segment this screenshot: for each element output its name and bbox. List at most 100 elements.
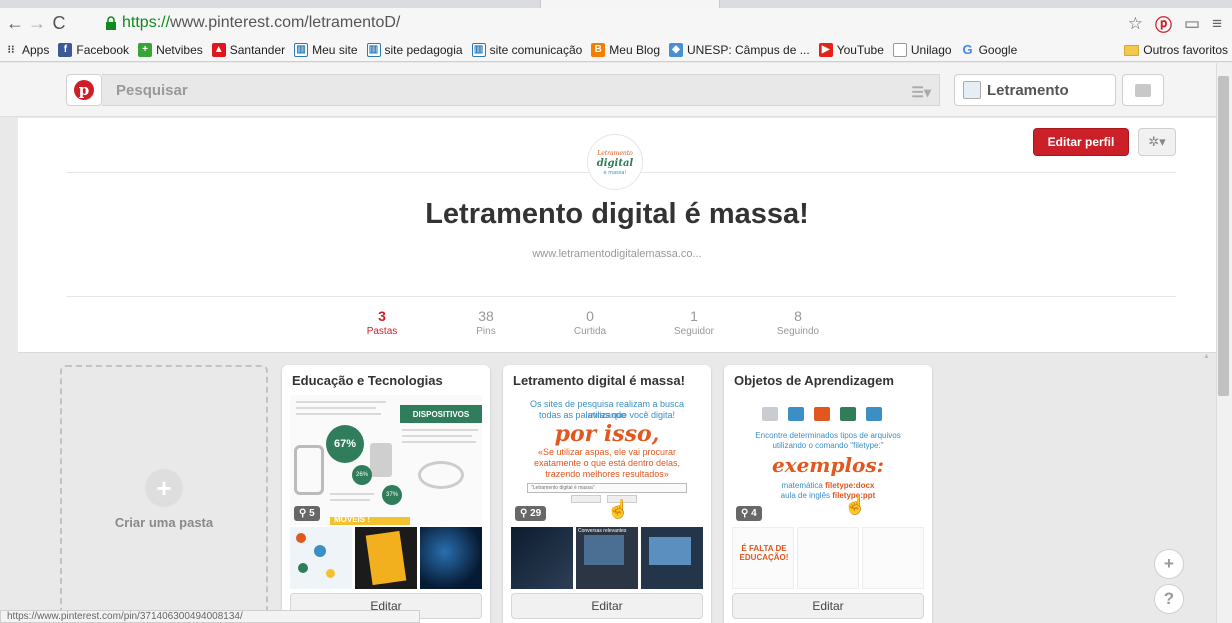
stat-label: Seguindo	[776, 326, 820, 337]
eye-icon	[418, 461, 464, 489]
google-icon: G	[962, 42, 973, 57]
bookmark-site-pedagogia[interactable]: ▥ site pedagogia	[366, 42, 463, 57]
board-cover-image[interactable]: DISPOSITIVOS 67% 26% 37% MÓVEIS ! ⚲ 5	[290, 395, 482, 525]
create-board-button[interactable]: + Criar uma pasta	[60, 365, 268, 623]
divider	[66, 296, 1176, 297]
status-bar-url: https://www.pinterest.com/pin/3714063004…	[0, 610, 420, 623]
bookmark-netvibes[interactable]: + Netvibes	[138, 42, 203, 57]
smartwatch-icon	[294, 445, 324, 495]
pinterest-logo-icon: p	[74, 80, 94, 100]
search-menu-icon[interactable]: ☰▾	[911, 84, 931, 101]
bookmark-label: Google	[978, 42, 1018, 57]
bookmark-unesp[interactable]: ◆ UNESP: Câmpus de ...	[669, 42, 810, 57]
board-thumbnail[interactable]	[290, 527, 352, 589]
board-cover-image[interactable]: Os sites de pesquisa realizam a busca ut…	[511, 395, 703, 525]
stat-label: Curtida	[573, 326, 607, 337]
other-bookmarks-label: Outros favoritos	[1143, 43, 1228, 57]
stat-curtida[interactable]: 0 Curtida	[538, 308, 642, 337]
cover-text: todas as palavras que você digita!	[538, 410, 676, 420]
profile-stats: 3 Pastas 38 Pins 0 Curtida 1 Seguidor 8 …	[330, 308, 850, 337]
url-path: www.pinterest.com/letramentoD/	[170, 14, 401, 31]
stat-pins[interactable]: 38 Pins	[434, 308, 538, 337]
board-thumbnail[interactable]	[862, 527, 924, 589]
browser-tab[interactable]	[540, 0, 720, 8]
board-thumbnail[interactable]	[797, 527, 859, 589]
scrollbar-thumb[interactable]	[1218, 76, 1229, 396]
gear-icon: ✲▾	[1148, 134, 1166, 149]
inner-scrollbar[interactable]: ▲	[1200, 353, 1214, 623]
pinterest-extension-icon[interactable]: ⓟ	[1155, 11, 1172, 36]
board-card[interactable]: Letramento digital é massa! Os sites de …	[503, 365, 711, 623]
edit-profile-button[interactable]: Editar perfil	[1033, 128, 1129, 156]
svg-text:Letramento: Letramento	[596, 150, 633, 157]
bookmark-star-icon[interactable]: ☆	[1128, 14, 1143, 34]
board-thumbnail[interactable]	[641, 527, 703, 589]
stat-label: Seguidor	[673, 326, 715, 337]
facebook-icon: f	[58, 42, 73, 57]
profile-website-link[interactable]: www.letramentodigitalemassa.co...	[18, 248, 1216, 260]
bookmark-label: Santander	[229, 42, 286, 57]
menu-icon[interactable]: ≡	[1212, 14, 1222, 34]
user-profile-button[interactable]: Letramento	[954, 74, 1116, 106]
bookmark-apps[interactable]: ⁝⁝ Apps	[4, 43, 50, 57]
speech-bubble-icon	[1135, 83, 1151, 97]
bookmark-label: site pedagogia	[384, 42, 463, 57]
letramento-logo-icon: Letramento digital é massa!	[591, 138, 639, 186]
board-cover-image[interactable]: Encontre determinados tipos de arquivos …	[732, 395, 924, 525]
bookmarks-bar: ⁝⁝ Apps f Facebook + Netvibes ▲ Santande…	[0, 38, 1232, 62]
search-input[interactable]: Pesquisar ☰▾	[102, 74, 940, 106]
notifications-button[interactable]	[1122, 74, 1164, 106]
pinterest-logo-button[interactable]: p	[66, 74, 102, 106]
cast-icon[interactable]: ▭	[1184, 14, 1200, 34]
bookmark-unilago[interactable]: Unilago	[892, 42, 952, 57]
cover-headline: exemplos:	[771, 453, 885, 477]
pin-count-badge: ⚲ 5	[294, 506, 320, 521]
bookmark-youtube[interactable]: ▶ YouTube	[818, 42, 884, 57]
santander-icon: ▲	[211, 42, 226, 57]
question-icon: ?	[1163, 589, 1175, 608]
back-arrow-icon[interactable]: ←	[4, 12, 26, 34]
cover-text: exatamente o que está dentro delas,	[533, 458, 681, 468]
forward-arrow-icon[interactable]: →	[26, 12, 48, 34]
pinterest-header: p Pesquisar ☰▾ Letramento	[0, 63, 1216, 117]
stat-seguindo[interactable]: 8 Seguindo	[746, 308, 850, 337]
stat-seguidor[interactable]: 1 Seguidor	[642, 308, 746, 337]
stat-pastas[interactable]: 3 Pastas	[330, 308, 434, 337]
cover-heading: DISPOSITIVOS	[400, 405, 482, 423]
bookmark-label: Netvibes	[156, 42, 203, 57]
tab-strip	[0, 0, 1232, 8]
board-card[interactable]: Educação e Tecnologias DISPOSITIVOS 67% …	[282, 365, 490, 623]
bookmark-label: Meu Blog	[609, 42, 660, 57]
board-thumbnail[interactable]	[420, 527, 482, 589]
edit-board-button[interactable]: Editar	[732, 593, 924, 619]
create-board-label: Criar uma pasta	[114, 515, 214, 530]
site-icon: ▥	[366, 42, 381, 57]
help-button[interactable]: ?	[1154, 584, 1184, 614]
edit-board-button[interactable]: Editar	[511, 593, 703, 619]
bookmark-google[interactable]: G Google	[961, 42, 1018, 57]
board-thumbnail[interactable]	[355, 527, 417, 589]
bookmark-facebook[interactable]: f Facebook	[58, 42, 129, 57]
cover-example: matemática filetype:docx	[781, 481, 875, 490]
plus-icon: +	[1164, 554, 1174, 573]
cover-text: Encontre determinados tipos de arquivos	[755, 431, 901, 440]
cover-percent: 37%	[382, 485, 402, 505]
avatar	[963, 81, 981, 99]
toolbar-actions: ☆ ⓟ ▭ ≡	[1128, 11, 1222, 36]
bookmark-santander[interactable]: ▲ Santander	[211, 42, 286, 57]
address-bar[interactable]: https://www.pinterest.com/letramentoD/	[104, 12, 1104, 34]
cover-text: trazendo melhores resultados»	[545, 469, 669, 479]
reload-icon[interactable]: C	[48, 12, 70, 34]
board-thumbnail[interactable]	[511, 527, 573, 589]
add-pin-button[interactable]: +	[1154, 549, 1184, 579]
settings-button[interactable]: ✲▾	[1138, 128, 1176, 156]
board-thumbnail[interactable]: É FALTA DE EDUCAÇÃO!	[732, 527, 794, 589]
bookmark-meu-blog[interactable]: B Meu Blog	[591, 42, 660, 57]
infographic-image: DISPOSITIVOS 67% 26% 37% MÓVEIS !	[290, 395, 482, 525]
stat-count: 0	[586, 308, 594, 324]
board-thumbnail[interactable]: Conversas relevantes	[576, 527, 638, 589]
bookmark-site-comunicacao[interactable]: ▥ site comunicação	[471, 42, 582, 57]
other-bookmarks[interactable]: Outros favoritos	[1124, 43, 1228, 57]
bookmark-meu-site[interactable]: ▥ Meu site	[294, 42, 358, 57]
board-card[interactable]: Objetos de Aprendizagem Encontre determi…	[724, 365, 932, 623]
